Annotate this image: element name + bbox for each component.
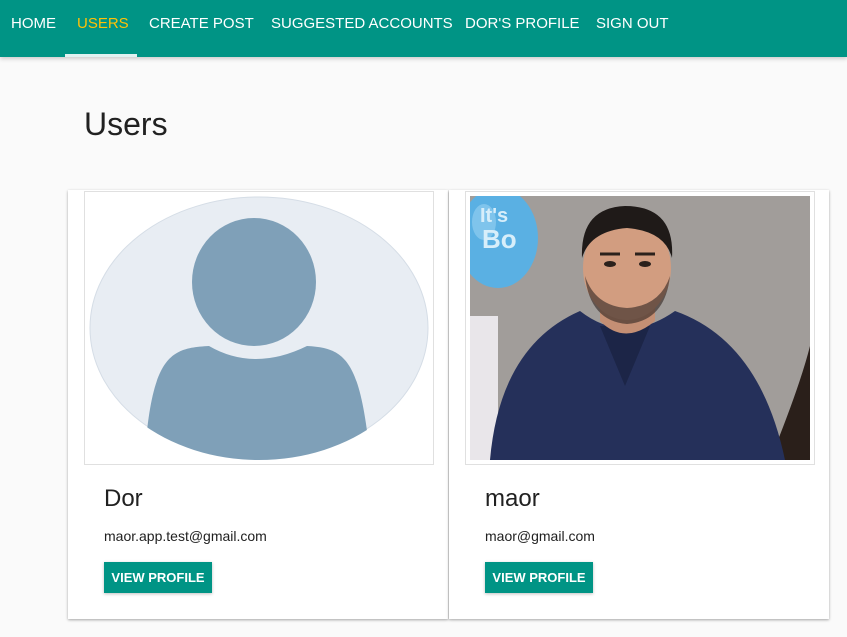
svg-text:Bo: Bo xyxy=(482,224,517,254)
user-name: maor xyxy=(485,485,540,512)
profile-photo-icon: It's Bo xyxy=(470,196,810,460)
user-card: Dor maor.app.test@gmail.com VIEW PROFILE xyxy=(68,190,448,619)
nav-create-post[interactable]: CREATE POST xyxy=(149,0,254,57)
user-card: It's Bo maor maor@gmail.com VIEW PROFILE xyxy=(449,190,829,619)
nav-suggested-accounts[interactable]: SUGGESTED ACCOUNTS xyxy=(271,0,453,57)
nav-home[interactable]: HOME xyxy=(11,0,56,57)
view-profile-button[interactable]: VIEW PROFILE xyxy=(485,562,593,593)
user-avatar: It's Bo xyxy=(465,191,815,465)
nav-dors-profile[interactable]: DOR'S PROFILE xyxy=(465,0,580,57)
view-profile-button[interactable]: VIEW PROFILE xyxy=(104,562,212,593)
user-name: Dor xyxy=(104,485,143,512)
user-email: maor@gmail.com xyxy=(485,528,595,544)
active-tab-indicator xyxy=(65,54,137,57)
page-title: Users xyxy=(84,106,168,142)
top-navbar: HOME USERS CREATE POST SUGGESTED ACCOUNT… xyxy=(0,0,847,57)
nav-users[interactable]: USERS xyxy=(77,0,129,57)
default-avatar-placeholder-icon xyxy=(89,196,429,460)
user-email: maor.app.test@gmail.com xyxy=(104,528,267,544)
nav-sign-out[interactable]: SIGN OUT xyxy=(596,0,669,57)
user-avatar xyxy=(84,191,434,465)
